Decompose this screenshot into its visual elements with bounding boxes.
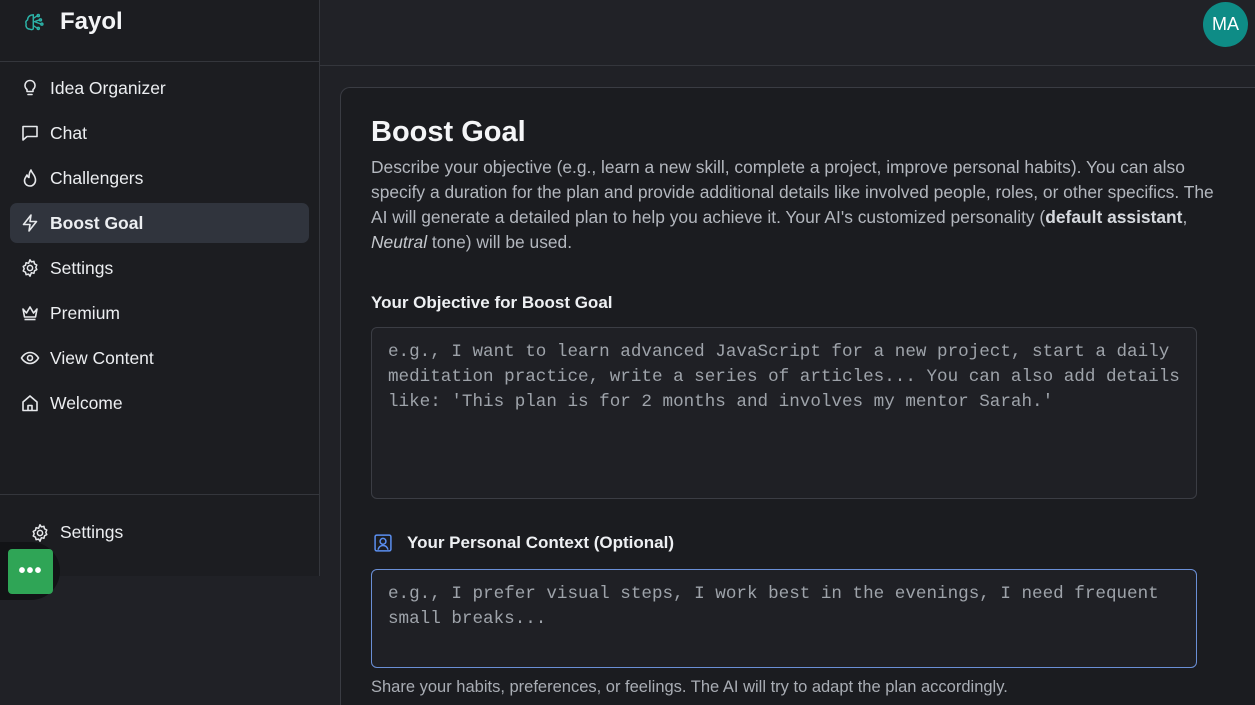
sidebar-item-label: Welcome [50, 392, 123, 413]
context-helper-text: Share your habits, preferences, or feeli… [371, 678, 1008, 696]
sidebar-item-challengers[interactable]: Challengers [10, 158, 309, 198]
more-options-button[interactable]: ••• [8, 549, 53, 594]
personal-context-input[interactable] [371, 569, 1197, 668]
context-label: Your Personal Context (Optional) [407, 533, 674, 552]
sidebar-item-label: Challengers [50, 167, 144, 188]
gear-icon [20, 258, 40, 278]
divider [0, 61, 319, 62]
top-header: MA [320, 0, 1255, 66]
crown-icon [20, 303, 40, 323]
brand-name: Fayol [60, 8, 123, 35]
home-icon [20, 393, 40, 413]
sidebar-bottom-settings-label: Settings [60, 522, 124, 542]
gear-icon [30, 523, 50, 543]
boost-goal-card: Boost Goal Describe your objective (e.g.… [340, 87, 1255, 705]
eye-icon [20, 348, 40, 368]
sidebar-item-label: Boost Goal [50, 212, 144, 233]
lightbulb-icon [20, 78, 40, 98]
more-dots-icon: ••• [18, 560, 43, 582]
brain-logo-icon [20, 8, 48, 36]
sidebar-item-chat[interactable]: Chat [10, 113, 309, 153]
sidebar-item-label: Idea Organizer [50, 77, 166, 98]
brand[interactable]: Fayol [20, 8, 123, 36]
sidebar-bottom-settings[interactable]: Settings [30, 522, 123, 543]
sidebar-item-idea-organizer[interactable]: Idea Organizer [10, 68, 309, 108]
description-text: , [1182, 207, 1188, 227]
description-text: tone) will be used. [427, 232, 573, 252]
objective-input[interactable] [371, 327, 1197, 499]
page-description: Describe your objective (e.g., learn a n… [371, 155, 1231, 255]
objective-label: Your Objective for Boost Goal [371, 293, 613, 312]
flame-icon [20, 168, 40, 188]
page-title: Boost Goal [371, 116, 526, 148]
avatar[interactable]: MA [1203, 2, 1248, 47]
lightning-icon [20, 213, 40, 233]
sidebar-item-boost-goal[interactable]: Boost Goal [10, 203, 309, 243]
floating-menu-container: ••• [0, 542, 60, 600]
user-portrait-icon [371, 531, 395, 555]
sidebar-item-label: View Content [50, 347, 154, 368]
sidebar-item-label: Settings [50, 257, 114, 278]
sidebar-nav: Idea Organizer Chat Challengers Boost Go… [10, 68, 309, 428]
sidebar-item-view-content[interactable]: View Content [10, 338, 309, 378]
sidebar: Fayol Idea Organizer Chat Challengers Bo… [0, 0, 320, 576]
chat-bubble-icon [20, 123, 40, 143]
sidebar-item-label: Chat [50, 122, 87, 143]
tone-name: Neutral [371, 232, 428, 252]
sidebar-item-label: Premium [50, 302, 121, 323]
sidebar-item-premium[interactable]: Premium [10, 293, 309, 333]
avatar-initials: MA [1212, 14, 1239, 34]
sidebar-item-settings[interactable]: Settings [10, 248, 309, 288]
personality-name: default assistant [1045, 207, 1183, 227]
divider [0, 494, 319, 495]
context-label-row: Your Personal Context (Optional) [371, 531, 674, 555]
sidebar-item-welcome[interactable]: Welcome [10, 383, 309, 423]
